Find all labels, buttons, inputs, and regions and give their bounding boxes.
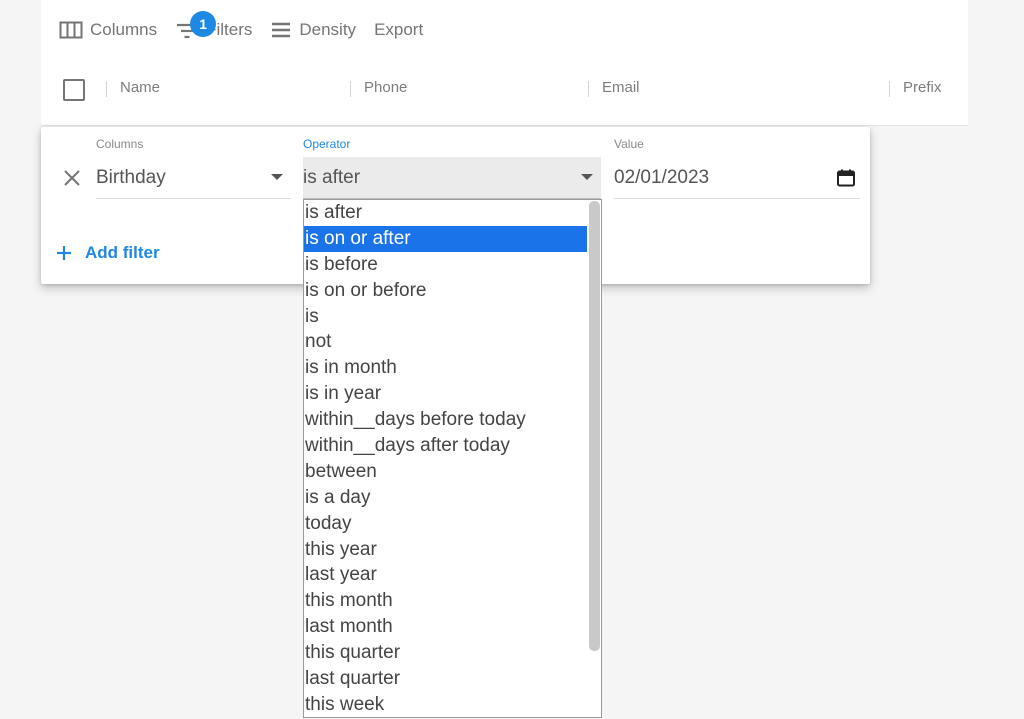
dropdown-scrollbar[interactable] (589, 201, 600, 651)
column-separator[interactable] (588, 81, 589, 97)
operator-option[interactable]: is a day (304, 485, 587, 511)
density-icon (272, 22, 291, 38)
operator-option[interactable]: within__days after today (304, 433, 587, 459)
value-field-label: Value (614, 137, 644, 151)
operator-option[interactable]: this year (304, 537, 587, 563)
chevron-down-icon (581, 174, 593, 180)
operator-option[interactable]: is on or before (304, 278, 587, 304)
operator-option[interactable]: is in month (304, 355, 587, 381)
operator-option[interactable]: this month (304, 588, 587, 614)
columns-field-label: Columns (96, 137, 144, 151)
density-button-label: Density (299, 20, 357, 39)
operator-option[interactable]: within__days before today (304, 407, 587, 433)
operator-option[interactable]: between (304, 459, 587, 485)
value-date-text: 02/01/2023 (614, 166, 710, 188)
operator-option[interactable]: is before (304, 252, 587, 278)
operator-option[interactable]: this week (304, 692, 587, 717)
value-date-input[interactable]: 02/01/2023 (614, 157, 860, 199)
operator-select-value: is after (303, 166, 361, 188)
remove-filter-icon[interactable] (61, 167, 83, 189)
column-header-prefix[interactable]: Prefix (903, 79, 941, 96)
operator-dropdown-list[interactable]: is after is on or after is before is on or … (303, 199, 602, 718)
plus-icon (57, 246, 71, 260)
columns-button[interactable]: Columns (59, 20, 157, 40)
columns-icon (59, 21, 83, 39)
density-button[interactable]: Density (270, 20, 356, 40)
export-button[interactable]: Export (374, 20, 423, 40)
column-separator[interactable] (350, 81, 351, 97)
data-grid-header-panel: Columns 1 Filters Density Export Name Ph… (41, 0, 968, 126)
column-header-name[interactable]: Name (120, 79, 160, 96)
operator-option[interactable]: is after (304, 200, 587, 226)
filters-button[interactable]: 1 Filters (175, 11, 252, 40)
chevron-down-icon (271, 174, 283, 180)
operator-field-label: Operator (303, 137, 351, 151)
operator-select[interactable]: is after (303, 157, 601, 199)
operator-options: is after is on or after is before is on or … (304, 200, 601, 717)
operator-option[interactable]: is in year (304, 381, 587, 407)
export-button-label: Export (374, 20, 424, 39)
operator-option[interactable]: last month (304, 614, 587, 640)
select-all-checkbox[interactable] (63, 79, 85, 101)
column-header-phone[interactable]: Phone (364, 79, 407, 96)
operator-option[interactable]: not (304, 329, 587, 355)
add-filter-button[interactable]: Add filter (55, 243, 160, 263)
operator-option[interactable]: last quarter (304, 666, 587, 692)
grid-toolbar: Columns 1 Filters Density Export (59, 11, 441, 48)
column-separator[interactable] (889, 81, 890, 97)
operator-option[interactable]: is (304, 304, 587, 330)
filters-count-badge: 1 (190, 11, 217, 37)
add-filter-label: Add filter (85, 243, 160, 262)
columns-button-label: Columns (90, 20, 158, 39)
calendar-icon[interactable] (836, 168, 856, 188)
column-header-email[interactable]: Email (602, 79, 640, 96)
operator-option[interactable]: today (304, 511, 587, 537)
operator-option[interactable]: this quarter (304, 640, 587, 666)
operator-option[interactable]: last year (304, 562, 587, 588)
columns-select[interactable]: Birthday (96, 157, 291, 199)
column-separator[interactable] (106, 81, 107, 97)
operator-option[interactable]: is on or after (304, 225, 587, 252)
column-header-row: Name Phone Email Prefix (41, 62, 968, 114)
columns-select-value: Birthday (96, 166, 166, 188)
